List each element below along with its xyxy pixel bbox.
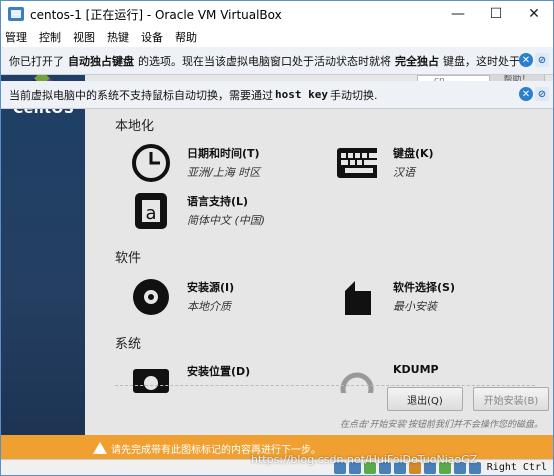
notice-1-pre: 你已打开了 bbox=[9, 54, 64, 68]
spoke-language-title: 语言支持(L) bbox=[187, 195, 249, 208]
do-not-show-icon[interactable]: ⊘ bbox=[535, 87, 549, 101]
spoke-language[interactable]: a 语言支持(L) 简体中文 (中国) bbox=[131, 191, 265, 231]
spoke-selection[interactable]: 软件选择(S) 最小安装 bbox=[337, 277, 455, 317]
package-icon bbox=[337, 277, 377, 317]
watermark: https://blog.csdn.net/HuiFeiDeTuoNiaoGZ bbox=[251, 453, 478, 466]
minimize-button[interactable]: — bbox=[439, 1, 477, 27]
notice-2-actions: ✕ ⊘ bbox=[519, 87, 549, 101]
do-not-show-icon[interactable]: ⊘ bbox=[535, 53, 549, 67]
spoke-source-sub: 本地介质 bbox=[187, 300, 231, 313]
spoke-selection-title: 软件选择(S) bbox=[393, 281, 455, 294]
disk-icon bbox=[131, 361, 171, 401]
notice-1-actions: ✕ ⊘ bbox=[519, 53, 549, 67]
notice-1-bold1: 自动独占键盘 bbox=[68, 54, 134, 68]
menu-hotkey[interactable]: 热键 bbox=[107, 29, 129, 45]
install-footnote: 在点击'开始安装'按钮前我们并不会操作您的磁盘。 bbox=[340, 420, 543, 430]
close-icon[interactable]: ✕ bbox=[519, 53, 533, 67]
language-icon: a bbox=[131, 191, 171, 231]
installer-hub: cn 帮助！ 本地化 日期和时间(T) 亚洲/上海 时区 键盘(K) 汉语 bbox=[85, 71, 553, 441]
window-controls: — ☐ ✕ bbox=[439, 1, 553, 27]
quit-button[interactable]: 退出(Q) bbox=[387, 387, 463, 411]
spoke-keyboard-title: 键盘(K) bbox=[393, 147, 434, 160]
menu-view[interactable]: 视图 bbox=[73, 29, 95, 45]
section-software: 软件 bbox=[115, 251, 142, 266]
clock-icon bbox=[131, 143, 171, 183]
host-key-label: Right Ctrl bbox=[486, 462, 547, 473]
menu-bar: 管理 控制 视图 热键 设备 帮助 bbox=[1, 27, 553, 47]
spoke-source-title: 安装源(I) bbox=[187, 281, 235, 294]
close-icon[interactable]: ✕ bbox=[519, 87, 533, 101]
notice-1-bold2: 完全独占 bbox=[395, 54, 439, 68]
kdump-icon bbox=[337, 361, 377, 401]
notice-2-post: 手动切换. bbox=[329, 88, 378, 102]
window-title: centos-1 [正在运行] - Oracle VM VirtualBox bbox=[30, 7, 282, 22]
close-button[interactable]: ✕ bbox=[515, 1, 553, 27]
divider bbox=[115, 385, 535, 386]
begin-install-button[interactable]: 开始安装(B) bbox=[473, 387, 549, 411]
spoke-datetime-title: 日期和时间(T) bbox=[187, 147, 260, 160]
menu-devices[interactable]: 设备 bbox=[141, 29, 163, 45]
spoke-keyboard-sub: 汉语 bbox=[393, 166, 415, 179]
keyboard-icon bbox=[337, 143, 377, 183]
spoke-datetime[interactable]: 日期和时间(T) 亚洲/上海 时区 bbox=[131, 143, 260, 183]
disc-icon bbox=[131, 277, 171, 317]
virtualbox-window: centos-1 [正在运行] - Oracle VM VirtualBox —… bbox=[0, 0, 554, 476]
notice-2-bold: host key bbox=[275, 88, 328, 101]
spoke-kdump-title: KDUMP bbox=[393, 363, 439, 376]
spoke-destination[interactable]: 安装位置(D) bbox=[131, 361, 250, 401]
spoke-language-sub: 简体中文 (中国) bbox=[187, 214, 266, 227]
spoke-datetime-sub: 亚洲/上海 时区 bbox=[187, 166, 261, 179]
installer-sidebar: CentOS bbox=[1, 70, 85, 441]
spoke-keyboard[interactable]: 键盘(K) 汉语 bbox=[337, 143, 434, 183]
notice-2-pre: 当前虚拟电脑中的系统不支持鼠标自动切换，需要通过 bbox=[9, 88, 273, 102]
maximize-button[interactable]: ☐ bbox=[477, 1, 515, 27]
menu-manage[interactable]: 管理 bbox=[5, 29, 27, 45]
spoke-selection-sub: 最小安装 bbox=[393, 300, 437, 313]
virtualbox-icon bbox=[8, 7, 24, 21]
spoke-source[interactable]: 安装源(I) 本地介质 bbox=[131, 277, 234, 317]
spoke-destination-title: 安装位置(D) bbox=[187, 365, 251, 378]
section-localization: 本地化 bbox=[115, 119, 155, 134]
mouse-integration-notice: 当前虚拟电脑中的系统不支持鼠标自动切换，需要通过 host key 手动切换. … bbox=[1, 81, 553, 109]
warning-icon bbox=[93, 442, 107, 454]
menu-control[interactable]: 控制 bbox=[39, 29, 61, 45]
menu-help[interactable]: 帮助 bbox=[175, 29, 197, 45]
notice-1-mid: 的选项。现在当该虚拟电脑窗口处于活动状态时就将 bbox=[138, 54, 391, 68]
guest-display[interactable]: CentOS cn 帮助！ 本地化 日期和时间(T) 亚洲/上海 时区 bbox=[1, 70, 553, 461]
keyboard-capture-notice: 你已打开了 自动独占键盘 的选项。现在当该虚拟电脑窗口处于活动状态时就将 完全独… bbox=[1, 47, 553, 75]
notice-1-post: 键盘，这时处于 bbox=[443, 54, 520, 68]
title-bar: centos-1 [正在运行] - Oracle VM VirtualBox —… bbox=[1, 1, 553, 27]
svg-text:a: a bbox=[145, 203, 156, 224]
section-system: 系统 bbox=[115, 337, 142, 352]
